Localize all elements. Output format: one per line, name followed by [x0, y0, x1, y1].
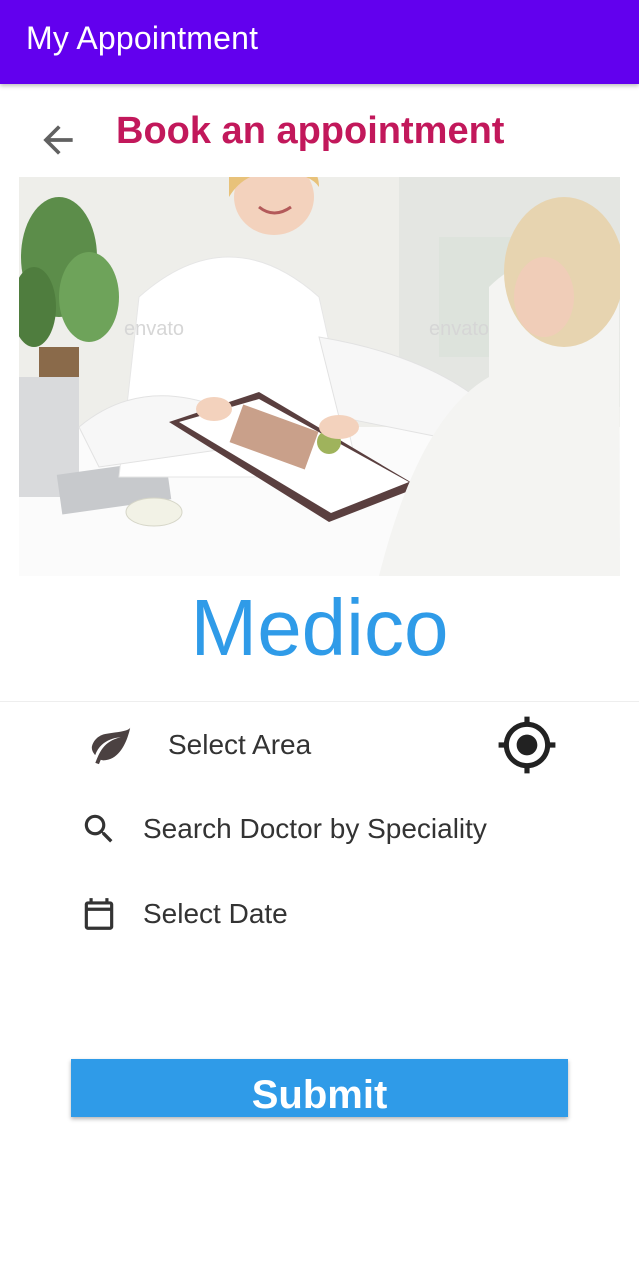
back-button[interactable] — [34, 116, 82, 164]
brand-name: Medico — [190, 583, 449, 672]
svg-text:envato: envato — [124, 318, 184, 340]
arrow-left-icon — [43, 125, 73, 155]
search-icon — [80, 810, 118, 848]
submit-label: Submit — [251, 1073, 388, 1117]
hero-image: envato envato — [19, 177, 620, 576]
calendar-icon — [80, 895, 118, 933]
search-speciality-row[interactable]: Search Doctor by Speciality — [80, 810, 487, 848]
my-location-icon[interactable] — [496, 714, 558, 776]
doctor-consultation-illustration: envato envato — [19, 177, 620, 576]
app-bar: My Appointment — [0, 0, 639, 84]
page-title: Book an appointment — [116, 110, 505, 152]
select-area-row[interactable]: Select Area — [88, 722, 311, 768]
select-area-label: Select Area — [168, 729, 312, 760]
app-title: My Appointment — [26, 20, 259, 56]
select-date-label: Select Date — [143, 898, 288, 929]
leaf-icon — [88, 722, 134, 768]
select-date-row[interactable]: Select Date — [80, 895, 288, 933]
submit-button[interactable]: Submit — [71, 1059, 568, 1117]
divider — [0, 701, 639, 702]
search-speciality-label: Search Doctor by Speciality — [143, 813, 487, 844]
svg-text:envato: envato — [429, 318, 489, 340]
